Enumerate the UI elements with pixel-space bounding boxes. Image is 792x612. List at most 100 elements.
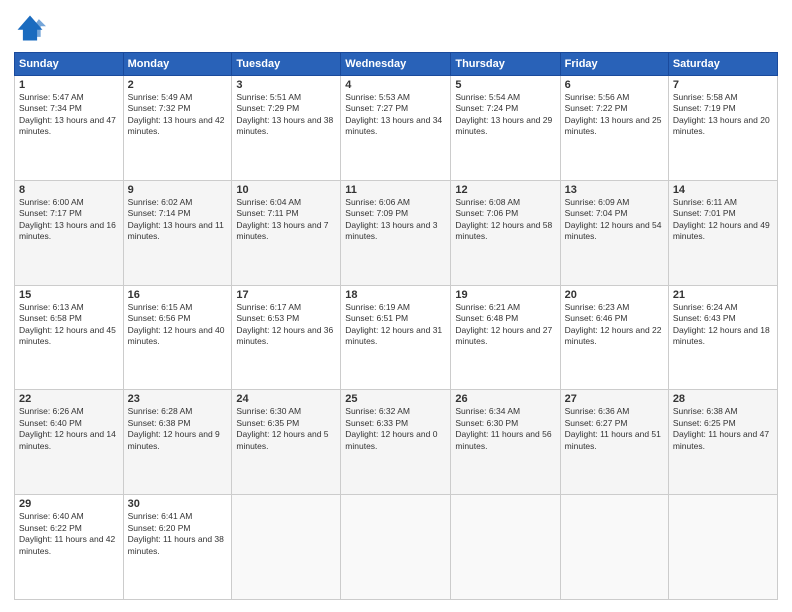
header-cell-wednesday: Wednesday xyxy=(341,53,451,76)
day-number: 28 xyxy=(673,393,773,405)
day-number: 6 xyxy=(565,79,664,91)
day-info: Sunrise: 6:30 AMSunset: 6:35 PMDaylight:… xyxy=(236,406,328,450)
day-info: Sunrise: 6:36 AMSunset: 6:27 PMDaylight:… xyxy=(565,406,661,450)
calendar-cell: 26Sunrise: 6:34 AMSunset: 6:30 PMDayligh… xyxy=(451,390,560,495)
day-info: Sunrise: 6:21 AMSunset: 6:48 PMDaylight:… xyxy=(455,302,552,346)
day-number: 12 xyxy=(455,184,555,196)
header-cell-monday: Monday xyxy=(123,53,232,76)
calendar-cell xyxy=(341,495,451,600)
day-info: Sunrise: 6:11 AMSunset: 7:01 PMDaylight:… xyxy=(673,197,770,241)
header-cell-friday: Friday xyxy=(560,53,668,76)
calendar-cell: 21Sunrise: 6:24 AMSunset: 6:43 PMDayligh… xyxy=(668,285,777,390)
day-number: 4 xyxy=(345,79,446,91)
day-info: Sunrise: 6:26 AMSunset: 6:40 PMDaylight:… xyxy=(19,406,116,450)
day-number: 13 xyxy=(565,184,664,196)
calendar-cell: 3Sunrise: 5:51 AMSunset: 7:29 PMDaylight… xyxy=(232,76,341,181)
day-number: 17 xyxy=(236,289,336,301)
calendar-cell: 15Sunrise: 6:13 AMSunset: 6:58 PMDayligh… xyxy=(15,285,124,390)
header-cell-saturday: Saturday xyxy=(668,53,777,76)
calendar-cell xyxy=(668,495,777,600)
calendar-cell xyxy=(451,495,560,600)
header-cell-tuesday: Tuesday xyxy=(232,53,341,76)
day-info: Sunrise: 6:17 AMSunset: 6:53 PMDaylight:… xyxy=(236,302,333,346)
day-info: Sunrise: 6:23 AMSunset: 6:46 PMDaylight:… xyxy=(565,302,662,346)
day-info: Sunrise: 5:56 AMSunset: 7:22 PMDaylight:… xyxy=(565,92,662,136)
calendar-cell: 12Sunrise: 6:08 AMSunset: 7:06 PMDayligh… xyxy=(451,180,560,285)
calendar-week-4: 22Sunrise: 6:26 AMSunset: 6:40 PMDayligh… xyxy=(15,390,778,495)
day-info: Sunrise: 5:58 AMSunset: 7:19 PMDaylight:… xyxy=(673,92,770,136)
calendar-body: 1Sunrise: 5:47 AMSunset: 7:34 PMDaylight… xyxy=(15,76,778,600)
calendar-cell xyxy=(232,495,341,600)
day-number: 24 xyxy=(236,393,336,405)
calendar-cell: 29Sunrise: 6:40 AMSunset: 6:22 PMDayligh… xyxy=(15,495,124,600)
header xyxy=(14,12,778,44)
day-number: 23 xyxy=(128,393,228,405)
calendar-cell: 6Sunrise: 5:56 AMSunset: 7:22 PMDaylight… xyxy=(560,76,668,181)
day-info: Sunrise: 6:06 AMSunset: 7:09 PMDaylight:… xyxy=(345,197,437,241)
calendar-cell: 9Sunrise: 6:02 AMSunset: 7:14 PMDaylight… xyxy=(123,180,232,285)
day-info: Sunrise: 6:02 AMSunset: 7:14 PMDaylight:… xyxy=(128,197,224,241)
calendar-cell: 5Sunrise: 5:54 AMSunset: 7:24 PMDaylight… xyxy=(451,76,560,181)
calendar-cell: 27Sunrise: 6:36 AMSunset: 6:27 PMDayligh… xyxy=(560,390,668,495)
calendar-week-3: 15Sunrise: 6:13 AMSunset: 6:58 PMDayligh… xyxy=(15,285,778,390)
day-number: 25 xyxy=(345,393,446,405)
day-info: Sunrise: 6:32 AMSunset: 6:33 PMDaylight:… xyxy=(345,406,437,450)
calendar-cell: 14Sunrise: 6:11 AMSunset: 7:01 PMDayligh… xyxy=(668,180,777,285)
day-info: Sunrise: 6:40 AMSunset: 6:22 PMDaylight:… xyxy=(19,511,115,555)
day-number: 9 xyxy=(128,184,228,196)
day-number: 14 xyxy=(673,184,773,196)
page: SundayMondayTuesdayWednesdayThursdayFrid… xyxy=(0,0,792,612)
header-cell-thursday: Thursday xyxy=(451,53,560,76)
day-info: Sunrise: 6:38 AMSunset: 6:25 PMDaylight:… xyxy=(673,406,769,450)
day-info: Sunrise: 6:13 AMSunset: 6:58 PMDaylight:… xyxy=(19,302,116,346)
day-info: Sunrise: 6:00 AMSunset: 7:17 PMDaylight:… xyxy=(19,197,116,241)
day-number: 30 xyxy=(128,498,228,510)
calendar-cell: 1Sunrise: 5:47 AMSunset: 7:34 PMDaylight… xyxy=(15,76,124,181)
day-number: 29 xyxy=(19,498,119,510)
calendar-cell: 11Sunrise: 6:06 AMSunset: 7:09 PMDayligh… xyxy=(341,180,451,285)
day-info: Sunrise: 6:09 AMSunset: 7:04 PMDaylight:… xyxy=(565,197,662,241)
calendar-header: SundayMondayTuesdayWednesdayThursdayFrid… xyxy=(15,53,778,76)
day-number: 10 xyxy=(236,184,336,196)
day-number: 21 xyxy=(673,289,773,301)
day-info: Sunrise: 6:04 AMSunset: 7:11 PMDaylight:… xyxy=(236,197,328,241)
calendar-cell: 28Sunrise: 6:38 AMSunset: 6:25 PMDayligh… xyxy=(668,390,777,495)
day-info: Sunrise: 5:54 AMSunset: 7:24 PMDaylight:… xyxy=(455,92,552,136)
day-info: Sunrise: 5:47 AMSunset: 7:34 PMDaylight:… xyxy=(19,92,116,136)
day-info: Sunrise: 5:51 AMSunset: 7:29 PMDaylight:… xyxy=(236,92,333,136)
calendar-cell: 19Sunrise: 6:21 AMSunset: 6:48 PMDayligh… xyxy=(451,285,560,390)
calendar-cell: 16Sunrise: 6:15 AMSunset: 6:56 PMDayligh… xyxy=(123,285,232,390)
day-info: Sunrise: 6:19 AMSunset: 6:51 PMDaylight:… xyxy=(345,302,442,346)
day-number: 18 xyxy=(345,289,446,301)
calendar-cell: 4Sunrise: 5:53 AMSunset: 7:27 PMDaylight… xyxy=(341,76,451,181)
day-number: 1 xyxy=(19,79,119,91)
day-info: Sunrise: 6:28 AMSunset: 6:38 PMDaylight:… xyxy=(128,406,220,450)
calendar-cell: 10Sunrise: 6:04 AMSunset: 7:11 PMDayligh… xyxy=(232,180,341,285)
calendar-cell: 18Sunrise: 6:19 AMSunset: 6:51 PMDayligh… xyxy=(341,285,451,390)
calendar-cell: 20Sunrise: 6:23 AMSunset: 6:46 PMDayligh… xyxy=(560,285,668,390)
calendar-cell: 30Sunrise: 6:41 AMSunset: 6:20 PMDayligh… xyxy=(123,495,232,600)
calendar-cell: 2Sunrise: 5:49 AMSunset: 7:32 PMDaylight… xyxy=(123,76,232,181)
calendar-cell: 24Sunrise: 6:30 AMSunset: 6:35 PMDayligh… xyxy=(232,390,341,495)
day-number: 19 xyxy=(455,289,555,301)
day-number: 2 xyxy=(128,79,228,91)
day-number: 8 xyxy=(19,184,119,196)
day-number: 27 xyxy=(565,393,664,405)
day-number: 16 xyxy=(128,289,228,301)
logo xyxy=(14,12,50,44)
day-number: 3 xyxy=(236,79,336,91)
calendar-week-5: 29Sunrise: 6:40 AMSunset: 6:22 PMDayligh… xyxy=(15,495,778,600)
calendar-cell: 13Sunrise: 6:09 AMSunset: 7:04 PMDayligh… xyxy=(560,180,668,285)
header-row: SundayMondayTuesdayWednesdayThursdayFrid… xyxy=(15,53,778,76)
day-number: 5 xyxy=(455,79,555,91)
day-number: 22 xyxy=(19,393,119,405)
day-info: Sunrise: 6:08 AMSunset: 7:06 PMDaylight:… xyxy=(455,197,552,241)
header-cell-sunday: Sunday xyxy=(15,53,124,76)
day-number: 11 xyxy=(345,184,446,196)
calendar-cell: 17Sunrise: 6:17 AMSunset: 6:53 PMDayligh… xyxy=(232,285,341,390)
day-info: Sunrise: 6:24 AMSunset: 6:43 PMDaylight:… xyxy=(673,302,770,346)
calendar-cell: 25Sunrise: 6:32 AMSunset: 6:33 PMDayligh… xyxy=(341,390,451,495)
day-number: 15 xyxy=(19,289,119,301)
day-info: Sunrise: 6:41 AMSunset: 6:20 PMDaylight:… xyxy=(128,511,224,555)
day-info: Sunrise: 5:49 AMSunset: 7:32 PMDaylight:… xyxy=(128,92,225,136)
